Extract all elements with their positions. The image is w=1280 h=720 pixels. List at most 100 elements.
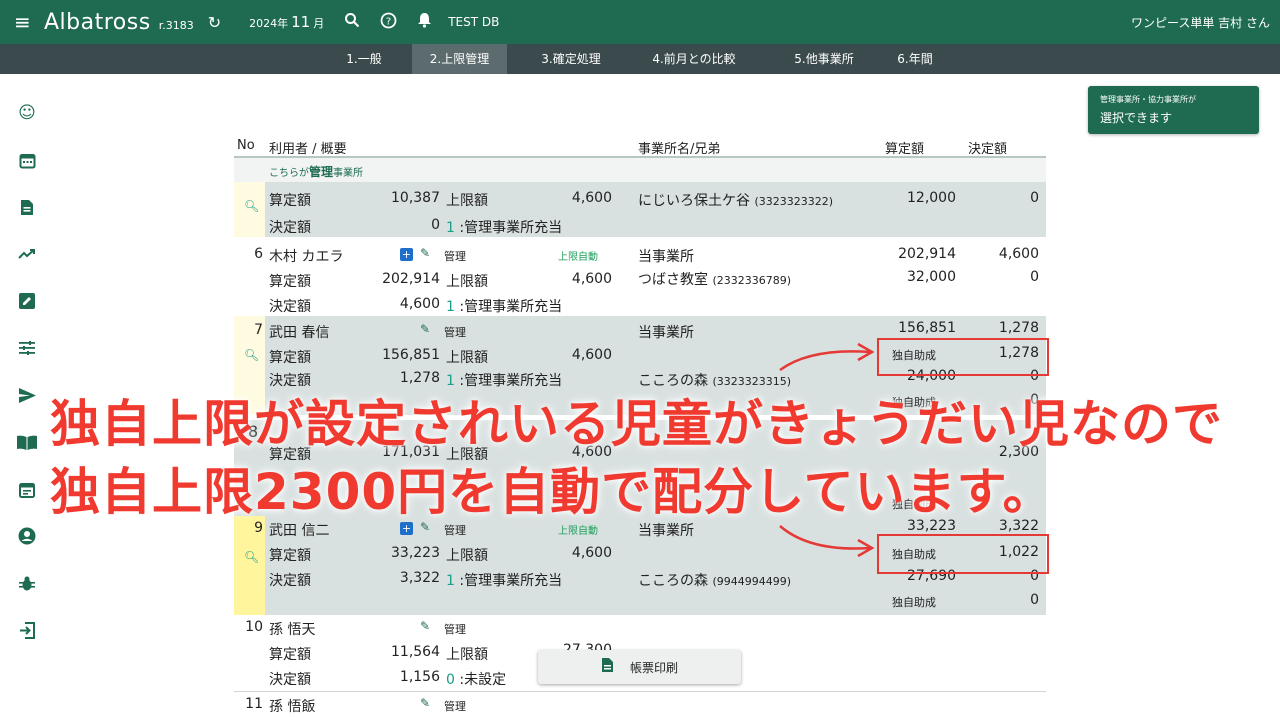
search-icon[interactable]: 🔍︎	[244, 550, 259, 564]
calendar-icon[interactable]	[14, 147, 40, 173]
account-icon[interactable]	[14, 523, 40, 549]
kbn-text: :管理事業所充当	[459, 299, 563, 315]
user-name[interactable]: ワンピース単単 吉村 さん	[1131, 14, 1270, 31]
header-santei: 算定額	[885, 142, 925, 157]
bell-icon[interactable]	[417, 12, 432, 32]
office-name-text: こころの森	[638, 573, 708, 589]
row-number: 11	[245, 696, 263, 712]
office-santei: 12,000	[907, 190, 956, 206]
user-name[interactable]: 武田 春信	[269, 322, 329, 342]
pencil-icon[interactable]: ✎	[420, 246, 430, 260]
kbn-text: :未設定	[459, 672, 507, 688]
login-icon[interactable]	[14, 617, 40, 643]
edit-box-icon[interactable]	[14, 288, 40, 314]
reload-icon[interactable]: ↻	[208, 13, 221, 32]
jougen-value: 4,600	[571, 545, 612, 561]
kettei-label: 決定額	[269, 573, 311, 589]
kettei-value: 0	[431, 217, 440, 233]
print-report-button[interactable]: 帳票印刷	[538, 650, 741, 684]
santei-label: 算定額	[269, 274, 311, 290]
tune-icon[interactable]	[14, 335, 40, 361]
document-icon[interactable]	[14, 194, 40, 220]
user-name[interactable]: 木村 カエラ	[269, 246, 343, 266]
jougen-value: 4,600	[571, 190, 612, 206]
note-bold: 管理	[309, 165, 334, 179]
santei-value: 33,223	[391, 545, 440, 561]
santei-label: 算定額	[269, 647, 311, 663]
user-name[interactable]: 孫 悟飯	[269, 696, 315, 716]
app-logo: Albatross	[44, 9, 151, 35]
table-row[interactable]: 11 孫 悟飯 ✎ 管理	[234, 694, 1046, 720]
tab-compare[interactable]: 4.前月との比較	[636, 44, 752, 74]
select-office-button[interactable]: 管理事業所・協力事業所が 選択できます	[1088, 86, 1259, 134]
tab-confirm[interactable]: 3.確定処理	[526, 44, 616, 74]
santei-value: 11,564	[391, 644, 440, 660]
kbn-number: 0	[446, 672, 455, 688]
year-label: 2024年	[249, 17, 289, 30]
row-number: 7	[254, 322, 263, 338]
kanri-label: 管理	[444, 700, 466, 713]
select-office-line1: 管理事業所・協力事業所が	[1100, 95, 1196, 104]
send-icon[interactable]	[14, 382, 40, 408]
search-icon[interactable]: 🔍︎	[244, 199, 259, 213]
office-code: (2332336789)	[712, 274, 792, 287]
pencil-icon[interactable]: ✎	[420, 322, 430, 336]
trend-icon[interactable]	[14, 241, 40, 267]
own-kettei: 4,600	[998, 246, 1039, 262]
office-kettei: 0	[1030, 269, 1039, 285]
tab-limit-management[interactable]: 2.上限管理	[412, 44, 507, 74]
jougen-label: 上限額	[446, 193, 488, 209]
annotation-line2: 独自上限2300円を自動で配分しています。	[50, 463, 1054, 521]
table-row[interactable]: 🔍︎ 算定額 10,387 上限額 4,600 にじいろ保土ケ谷 (332332…	[234, 182, 1046, 238]
header-user: 利用者 / 概要	[269, 142, 347, 157]
own-santei: 202,914	[898, 246, 956, 262]
own-office-label: 当事業所	[638, 249, 694, 265]
management-office-note: こちらが管理事業所	[234, 158, 1046, 182]
table-row[interactable]: 6 木村 カエラ + ✎ 管理 上限自動 当事業所 202,914 4,600 …	[234, 238, 1046, 316]
kbn: 0 :未設定	[446, 669, 506, 689]
annotation-line1: 独自上限が設定されいる児童がきょうだい児なので	[50, 395, 1223, 453]
kbn-number: 1	[446, 299, 455, 315]
kbn-number: 1	[446, 220, 455, 236]
kbn: 1 :管理事業所充当	[446, 217, 562, 237]
auto-limit-badge: 上限自動	[558, 252, 598, 263]
jougen-value: 4,600	[571, 347, 612, 363]
kettei-label: 決定額	[269, 299, 311, 315]
help-icon[interactable]: ?	[380, 12, 397, 33]
pencil-icon[interactable]: ✎	[420, 696, 430, 710]
month-selector[interactable]: 2024年 11 月	[249, 13, 324, 31]
search-icon[interactable]: 🔍︎	[244, 348, 259, 362]
office-name-text: つばさ教室	[638, 272, 708, 288]
top-app-bar: ≡ Albatross r.3183 ↻ 2024年 11 月 ? TEST DB …	[0, 0, 1280, 44]
print-report-label: 帳票印刷	[629, 660, 678, 675]
dokuji-value: 0	[1030, 592, 1039, 608]
header-office: 事業所名/兄弟	[638, 142, 721, 157]
pencil-icon[interactable]: ✎	[420, 619, 430, 633]
kanri-label: 管理	[444, 250, 466, 263]
auto-limit-badge: 上限自動	[558, 526, 598, 537]
search-icon[interactable]	[344, 12, 360, 32]
office-name-text: にじいろ保土ケ谷	[638, 193, 750, 209]
kbn-text: :管理事業所充当	[459, 220, 563, 236]
tab-other-office[interactable]: 5.他事業所	[776, 44, 872, 74]
jougen-label: 上限額	[446, 274, 488, 290]
svg-text:?: ?	[386, 16, 391, 27]
bug-icon[interactable]	[14, 570, 40, 596]
book-icon[interactable]	[14, 429, 40, 455]
event-note-icon[interactable]	[14, 476, 40, 502]
select-office-line2: 選択できます	[1100, 111, 1173, 125]
smile-icon[interactable]: ☺	[14, 100, 40, 126]
row-number: 6	[254, 246, 263, 262]
add-icon[interactable]: +	[400, 246, 413, 262]
tab-general[interactable]: 1.一般	[334, 44, 394, 74]
kettei-label: 決定額	[269, 672, 311, 688]
tab-yearly[interactable]: 6.年間	[890, 44, 940, 74]
user-name[interactable]: 孫 悟天	[269, 619, 315, 639]
report-icon	[601, 657, 614, 677]
note-suffix: 事業所	[333, 168, 364, 179]
kettei-value: 1,156	[399, 669, 440, 685]
highlight-box	[877, 338, 1049, 376]
office-name: つばさ教室 (2332336789)	[638, 269, 791, 289]
menu-icon[interactable]: ≡	[14, 10, 34, 34]
kbn-text: :管理事業所充当	[459, 573, 563, 589]
